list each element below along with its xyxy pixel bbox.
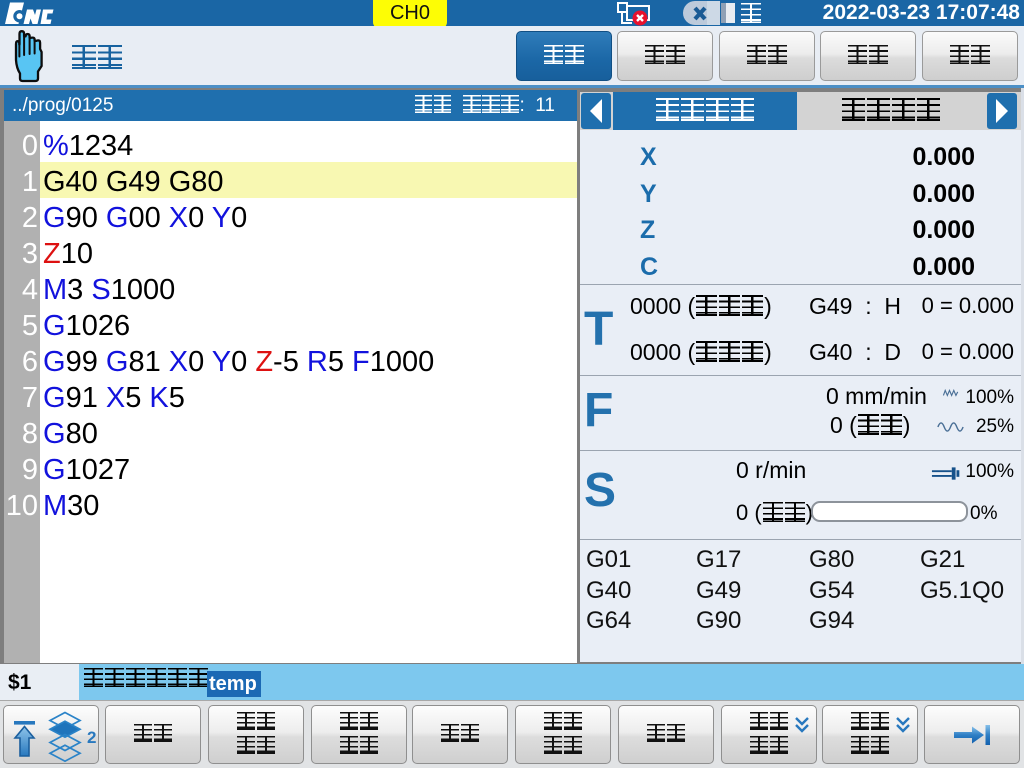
svg-text:2: 2 bbox=[87, 728, 96, 747]
